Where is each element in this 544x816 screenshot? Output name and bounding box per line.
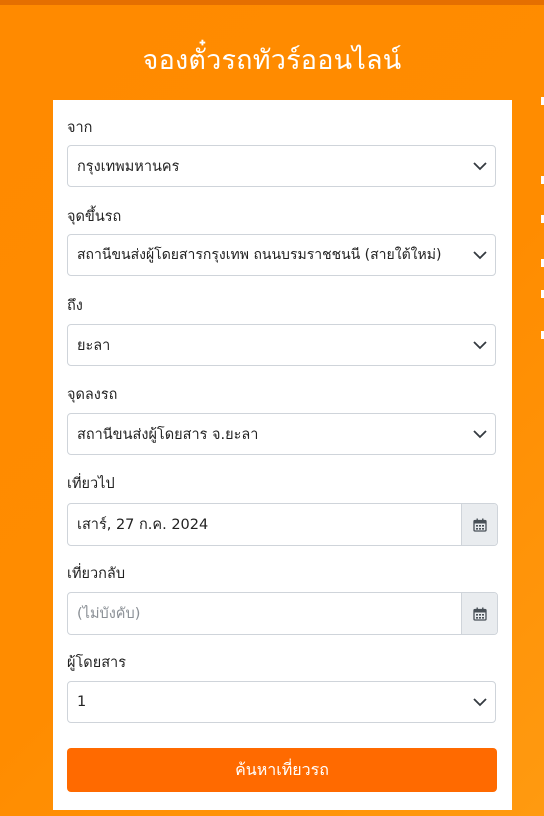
return-label: เที่ยวกลับ (67, 566, 126, 582)
dropoff-select[interactable]: สถานีขนส่งผู้โดยสาร จ.ยะลา (67, 413, 496, 455)
search-trips-button[interactable]: ค้นหาเที่ยวรถ (67, 748, 497, 792)
from-value: กรุงเทพมหานคร (77, 158, 180, 175)
depart-date-value: เสาร์, 27 ก.ค. 2024 (77, 517, 209, 533)
dropoff-label: จุดลงรถ (67, 387, 118, 403)
calendar-icon[interactable] (461, 504, 497, 545)
to-select[interactable]: ยะลา (67, 324, 496, 366)
booking-form: จาก กรุงเทพมหานคร จุดขึ้นรถ สถานีขนส่งผู… (53, 100, 512, 810)
chevron-down-icon (465, 234, 495, 276)
passengers-label: ผู้โดยสาร (67, 655, 126, 671)
chevron-down-icon (465, 681, 495, 723)
pickup-select[interactable]: สถานีขนส่งผู้โดยสารกรุงเทพ ถนนบรมราชชนนี… (67, 234, 496, 276)
chevron-down-icon (465, 413, 495, 455)
top-accent-bar (0, 0, 544, 5)
chevron-down-icon (465, 324, 495, 366)
passengers-value: 1 (77, 694, 87, 710)
pickup-label: จุดขึ้นรถ (67, 209, 122, 225)
chevron-down-icon (465, 145, 495, 187)
return-date-placeholder: (ไม่บังคับ) (77, 606, 141, 622)
calendar-icon[interactable] (461, 593, 497, 634)
from-select[interactable]: กรุงเทพมหานคร (67, 145, 496, 187)
pickup-value: สถานีขนส่งผู้โดยสารกรุงเทพ ถนนบรมราชชนนี… (77, 247, 442, 263)
return-date-field[interactable]: (ไม่บังคับ) (67, 592, 498, 635)
depart-date-field[interactable]: เสาร์, 27 ก.ค. 2024 (67, 503, 498, 546)
dropoff-value: สถานีขนส่งผู้โดยสาร จ.ยะลา (77, 426, 259, 443)
passengers-select[interactable]: 1 (67, 681, 496, 723)
depart-label: เที่ยวไป (67, 476, 115, 492)
page-title: จองตั๋วรถทัวร์ออนไลน์ (142, 45, 402, 76)
to-value: ยะลา (77, 337, 111, 354)
to-label: ถึง (67, 298, 83, 314)
from-label: จาก (67, 120, 93, 136)
